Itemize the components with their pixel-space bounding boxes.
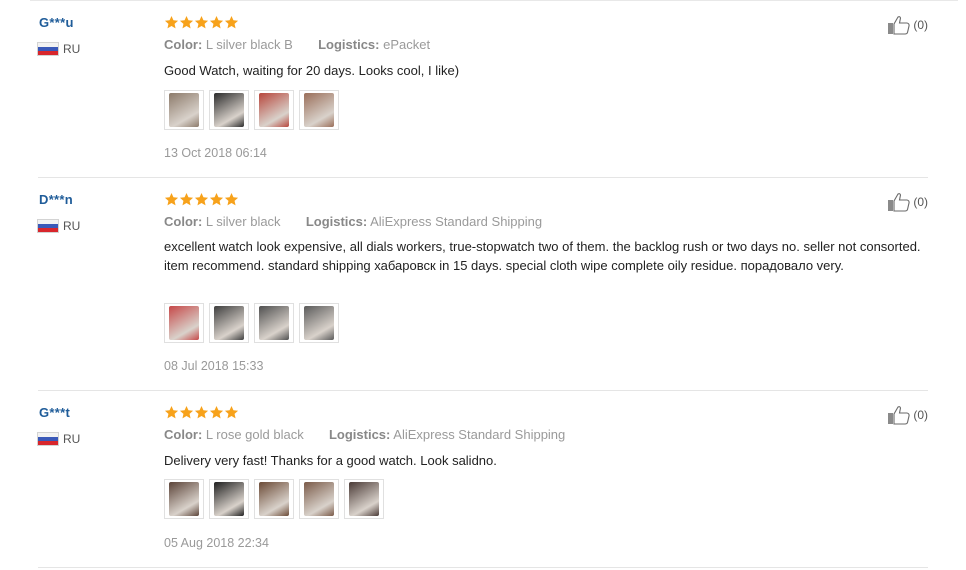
photo-image [259, 306, 289, 340]
helpful-count: (0) [913, 408, 928, 422]
buyer-country: RU [38, 431, 80, 447]
attr-logistics-label: Logistics: [328, 427, 391, 442]
russia-flag-icon [38, 433, 58, 445]
buyer-country: RU [38, 218, 80, 234]
reviews-list: G***u RU Color: L silver black B Logisti… [0, 0, 966, 570]
attr-logistics-value: AliExpress Standard Shipping [370, 214, 543, 229]
review-photos [164, 479, 384, 519]
star-icon [164, 15, 179, 29]
review-attributes: Color: L silver black B Logistics: ePack… [164, 37, 430, 52]
buyer-country: RU [38, 41, 80, 57]
review-photo-thumbnail[interactable] [254, 90, 294, 130]
attr-color-label: Color: [164, 214, 203, 229]
helpful-button[interactable]: (0) [887, 405, 928, 425]
country-code: RU [63, 219, 81, 233]
attr-logistics-value: ePacket [383, 37, 431, 52]
photo-image [304, 93, 334, 127]
review-attributes: Color: L silver black Logistics: AliExpr… [164, 214, 542, 229]
star-icon [164, 192, 179, 206]
review-text: excellent watch look expensive, all dial… [164, 239, 921, 273]
review-photo-thumbnail[interactable] [164, 303, 204, 343]
attr-color-label: Color: [164, 37, 203, 52]
top-divider [30, 0, 958, 1]
buyer-name[interactable]: D***n [39, 192, 73, 207]
helpful-button[interactable]: (0) [887, 15, 928, 35]
review-photo-thumbnail[interactable] [344, 479, 384, 519]
review-divider [38, 390, 928, 391]
attr-logistics-label: Logistics: [305, 214, 368, 229]
star-icon [194, 405, 209, 419]
russia-flag-icon [38, 220, 58, 232]
helpful-button[interactable]: (0) [887, 192, 928, 212]
star-icon [224, 405, 239, 419]
review-photo-thumbnail[interactable] [209, 90, 249, 130]
photo-image [169, 482, 199, 516]
photo-image [259, 93, 289, 127]
review-date: 08 Jul 2018 15:33 [164, 359, 264, 373]
review-date: 05 Aug 2018 22:34 [164, 536, 269, 550]
attr-logistics-value: AliExpress Standard Shipping [393, 427, 566, 442]
review-photos [164, 303, 339, 343]
attr-color-value: L rose gold black [205, 427, 304, 442]
review-photo-thumbnail[interactable] [209, 479, 249, 519]
review-attributes: Color: L rose gold black Logistics: AliE… [164, 427, 565, 442]
review-item: G***t RU Color: L rose gold black Logist… [38, 405, 928, 555]
photo-image [214, 93, 244, 127]
star-icon [179, 15, 194, 29]
review-photos [164, 90, 339, 130]
review-item: D***n RU Color: L silver black Logistics… [38, 192, 928, 382]
thumbs-up-icon [888, 16, 910, 35]
star-icon [209, 192, 224, 206]
attr-color-value: L silver black B [205, 37, 293, 52]
photo-image [304, 482, 334, 516]
buyer-name[interactable]: G***t [39, 405, 70, 420]
photo-image [349, 482, 379, 516]
star-icon [179, 405, 194, 419]
review-divider [38, 567, 928, 568]
review-divider [38, 177, 928, 178]
helpful-count: (0) [913, 18, 928, 32]
country-code: RU [63, 432, 81, 446]
review-photo-thumbnail[interactable] [254, 479, 294, 519]
star-icon [209, 15, 224, 29]
photo-image [169, 306, 199, 340]
star-rating [164, 15, 239, 30]
photo-image [304, 306, 334, 340]
helpful-count: (0) [913, 195, 928, 209]
review-date: 13 Oct 2018 06:14 [164, 146, 267, 160]
review-photo-thumbnail[interactable] [164, 479, 204, 519]
photo-image [214, 482, 244, 516]
photo-image [169, 93, 199, 127]
review-photo-thumbnail[interactable] [209, 303, 249, 343]
review-text: Good Watch, waiting for 20 days. Looks c… [164, 63, 460, 78]
photo-image [259, 482, 289, 516]
star-icon [194, 192, 209, 206]
review-text: Delivery very fast! Thanks for a good wa… [164, 453, 497, 468]
russia-flag-icon [38, 43, 58, 55]
attr-color-label: Color: [164, 427, 203, 442]
review-photo-thumbnail[interactable] [299, 90, 339, 130]
country-code: RU [63, 42, 81, 56]
review-photo-thumbnail[interactable] [164, 90, 204, 130]
attr-color-value: L silver black [205, 214, 281, 229]
star-rating [164, 192, 239, 207]
thumbs-up-icon [888, 193, 910, 212]
review-photo-thumbnail[interactable] [254, 303, 294, 343]
star-icon [209, 405, 224, 419]
star-icon [224, 192, 239, 206]
buyer-name[interactable]: G***u [39, 15, 74, 30]
star-icon [164, 405, 179, 419]
photo-image [214, 306, 244, 340]
star-icon [179, 192, 194, 206]
thumbs-up-icon [888, 406, 910, 425]
review-item: G***u RU Color: L silver black B Logisti… [38, 15, 928, 165]
attr-logistics-label: Logistics: [318, 37, 380, 52]
review-photo-thumbnail[interactable] [299, 479, 339, 519]
review-photo-thumbnail[interactable] [299, 303, 339, 343]
star-rating [164, 405, 239, 420]
star-icon [224, 15, 239, 29]
star-icon [194, 15, 209, 29]
